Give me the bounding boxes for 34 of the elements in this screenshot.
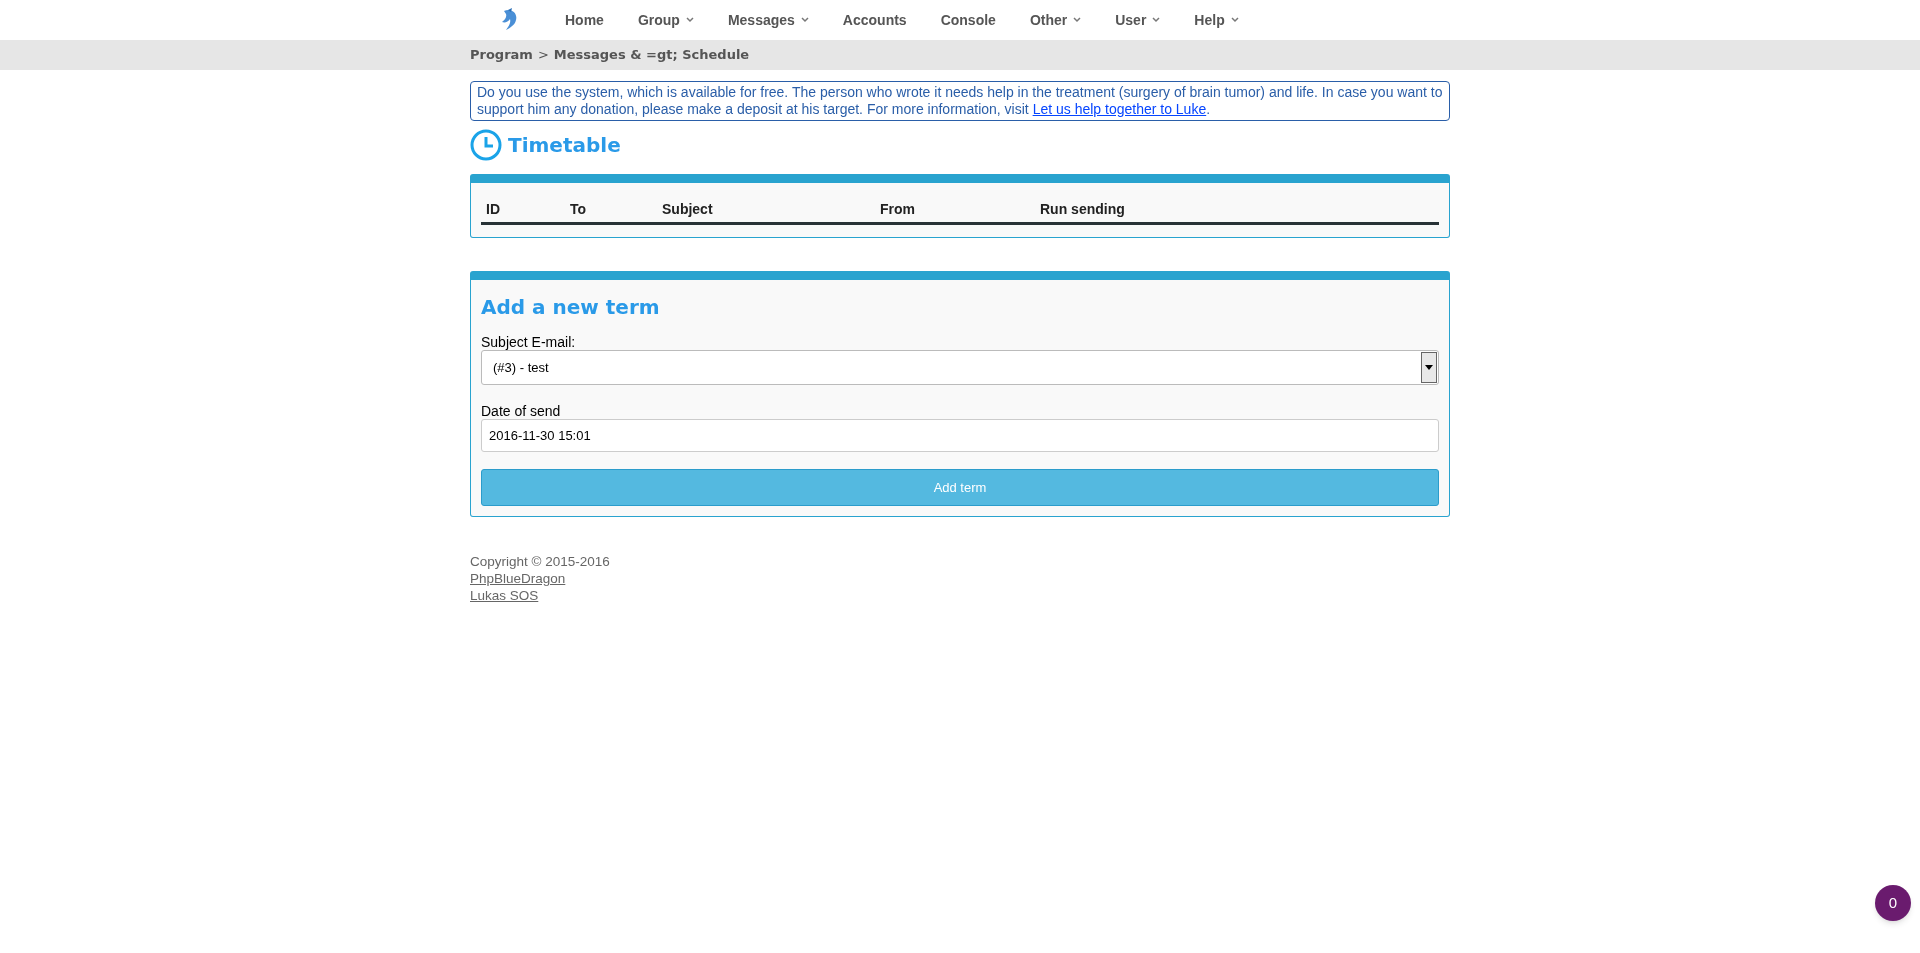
- chevron-down-icon: [685, 17, 694, 23]
- column-header: ID: [485, 200, 501, 219]
- nav-menu-item[interactable]: Home: [548, 9, 621, 31]
- copyright-text: Copyright © 2015-2016: [470, 553, 611, 570]
- form-title: Add a new term: [481, 294, 661, 321]
- footer-link[interactable]: Lukas SOS: [470, 587, 539, 604]
- page-title: Timetable: [508, 132, 621, 159]
- column-header: From: [879, 200, 916, 219]
- chevron-down-icon: [1152, 17, 1161, 23]
- breadcrumb-link[interactable]: Program: [470, 45, 533, 65]
- column-header: To: [569, 200, 588, 219]
- nav-menu-item[interactable]: Accounts: [825, 9, 924, 31]
- breadcrumb-separator: >: [537, 46, 549, 65]
- field-label: Subject E-mail:: [481, 334, 577, 350]
- donation-link[interactable]: Let us help together to Luke: [1032, 101, 1207, 117]
- nav-menu-item[interactable]: Messages: [710, 9, 826, 31]
- column-header: Run sending: [1039, 200, 1126, 219]
- nav-menu-item[interactable]: Console: [923, 9, 1013, 31]
- nav-menu-item[interactable]: Other: [1012, 9, 1099, 31]
- chevron-down-icon: [1073, 17, 1082, 23]
- notification-badge[interactable]: 0: [1875, 885, 1911, 921]
- breadcrumb-current: Messages & =gt; Schedule: [553, 46, 750, 65]
- column-header: Subject: [661, 200, 714, 219]
- clock-icon: [470, 129, 502, 161]
- date-input[interactable]: 2016-11-30 15:01: [481, 419, 1439, 452]
- nav-menu-item[interactable]: Help: [1177, 9, 1256, 31]
- donation-notice: Do you use the system, which is available for free. The person who wrote it needs help in the treatment (surgery of brain tumor) and life. In case you want to support him any donation, please make a deposit at his target. For more information, visit Let us help together to Luke.: [470, 81, 1450, 121]
- subject-select[interactable]: (#3) - test: [481, 350, 1439, 385]
- field-label: Date of send: [481, 403, 562, 419]
- footer-link[interactable]: PhpBlueDragon: [470, 570, 566, 587]
- nav-menu-item[interactable]: User: [1098, 9, 1178, 31]
- chevron-down-icon: [800, 17, 809, 23]
- chevron-down-icon: [1230, 17, 1239, 23]
- nav-menu-item[interactable]: Group: [620, 9, 711, 31]
